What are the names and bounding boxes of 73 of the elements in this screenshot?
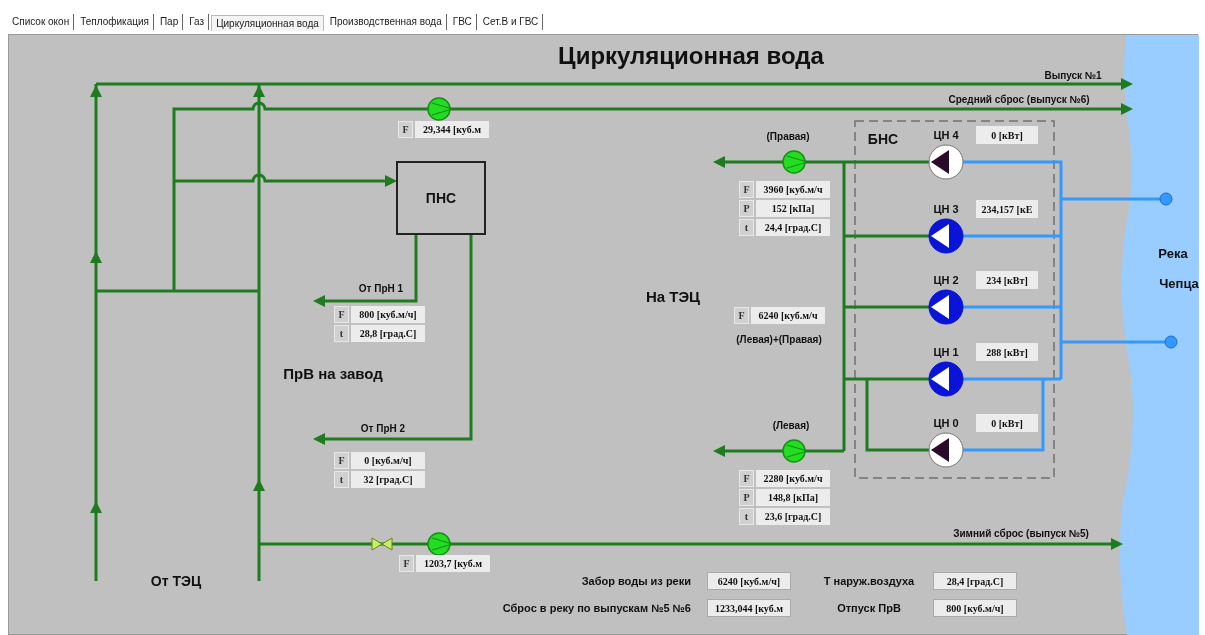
summary-label: Забор воды из реки <box>581 573 691 589</box>
summary-label: Сброс в реку по выпускам №5 №6 <box>502 600 691 616</box>
readout-value: 3960 [куб.м/ч <box>756 181 830 198</box>
parameter-label: F <box>334 452 349 469</box>
river-label: Река <box>1158 245 1188 264</box>
tab[interactable]: Газ <box>185 14 210 30</box>
readout-value: 148,8 [кПа] <box>756 489 830 506</box>
pipe-label: (Левая) <box>772 418 810 433</box>
parameter-label: F <box>398 121 413 138</box>
pump-label: ЦН 4 <box>933 127 959 143</box>
parameter-label: F <box>399 555 414 572</box>
readout-value: 28,8 [град.С] <box>351 325 425 342</box>
section-label: ПрВ на завод <box>283 363 383 384</box>
tab[interactable]: Пар <box>155 14 184 30</box>
power-value: 0 [кВт] <box>976 126 1038 144</box>
tab[interactable]: Теплофикация <box>76 14 154 30</box>
tab[interactable]: Циркуляционная вода <box>211 15 324 31</box>
parameter-label: F <box>739 181 754 198</box>
tab[interactable]: ГВС <box>448 14 477 30</box>
readout-value: 6240 [куб.м/ч <box>751 307 825 324</box>
pipe-label: Зимний сброс (выпуск №5) <box>953 526 1089 541</box>
readout-value: 29,344 [куб.м <box>415 121 489 138</box>
tab[interactable]: Производственная вода <box>325 14 447 30</box>
pump-label: ЦН 2 <box>933 272 959 288</box>
parameter-label: t <box>334 325 349 342</box>
tab[interactable]: Список окон <box>8 14 75 30</box>
pipe-label: Выпуск №1 <box>1044 68 1102 83</box>
river-label: Чепца <box>1159 275 1199 294</box>
pipe-label: (Левая)+(Правая) <box>736 332 822 347</box>
pns-block: ПНС <box>396 161 486 235</box>
summary-label: Отпуск ПрВ <box>837 600 901 616</box>
parameter-label: P <box>739 200 754 217</box>
power-value: 234,157 [кЕ <box>976 200 1038 218</box>
page-title: Циркуляционная вода <box>558 41 824 71</box>
tab[interactable]: Сет.В и ГВС <box>478 14 544 30</box>
readout-value: 24,4 [град.С] <box>756 219 830 236</box>
pipe-label: От ПрН 2 <box>360 421 406 436</box>
parameter-label: t <box>334 471 349 488</box>
pump-label: ЦН 1 <box>933 344 959 360</box>
readout-value: 1203,7 [куб.м <box>416 555 490 572</box>
readout-value: 6240 [куб.м/ч] <box>707 572 791 590</box>
pipe-label: От ПрН 1 <box>358 281 404 296</box>
readout-value: 32 [град.С] <box>351 471 425 488</box>
pump-icon <box>427 532 451 556</box>
pump-icon <box>782 439 806 463</box>
section-label: От ТЭЦ <box>150 571 202 591</box>
power-value: 288 [кВт] <box>976 343 1038 361</box>
pipe-label: (Правая) <box>766 129 810 144</box>
readout-value: 1233,044 [куб.м <box>707 599 791 617</box>
pipe-label: Средний сброс (выпуск №6) <box>948 92 1090 107</box>
parameter-label: F <box>734 307 749 324</box>
parameter-label: t <box>739 219 754 236</box>
pump-label: ЦН 0 <box>933 415 959 431</box>
pump-icon <box>782 150 806 174</box>
pump-label: ЦН 3 <box>933 201 959 217</box>
parameter-label: F <box>739 470 754 487</box>
section-label: На ТЭЦ <box>645 286 701 307</box>
parameter-label: P <box>739 489 754 506</box>
parameter-label: t <box>739 508 754 525</box>
station-label: БНС <box>867 129 899 149</box>
readout-value: 28,4 [град.С] <box>933 572 1017 590</box>
parameter-label: F <box>334 306 349 323</box>
power-value: 234 [кВт] <box>976 271 1038 289</box>
readout-value: 2280 [куб.м/ч <box>756 470 830 487</box>
power-value: 0 [кВт] <box>976 414 1038 432</box>
valve-icon <box>371 537 393 551</box>
readout-value: 800 [куб.м/ч] <box>351 306 425 323</box>
readout-value: 0 [куб.м/ч] <box>351 452 425 469</box>
summary-label: Т наруж.воздуха <box>823 573 915 589</box>
readout-value: 152 [кПа] <box>756 200 830 217</box>
pump-icon <box>427 97 451 121</box>
readout-value: 23,6 [град.С] <box>756 508 830 525</box>
readout-value: 800 [куб.м/ч] <box>933 599 1017 617</box>
